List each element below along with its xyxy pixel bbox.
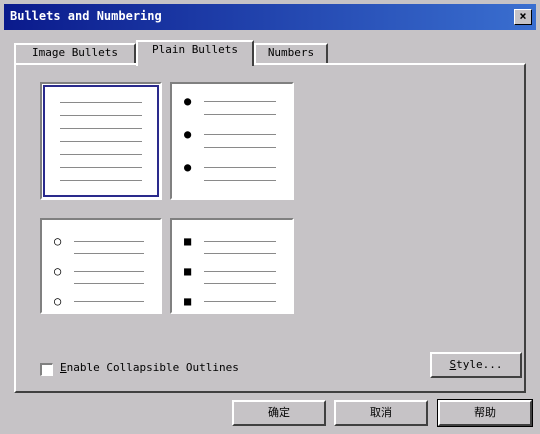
preview-line: [204, 114, 276, 115]
preview-line: [74, 271, 144, 272]
filled-square-icon: ■: [184, 264, 192, 278]
preview-line: [74, 301, 144, 302]
preview-line: [60, 115, 142, 116]
bullet-option-filled-circle[interactable]: ● ● ●: [170, 82, 294, 200]
preview-line: [60, 102, 142, 103]
preview-line: [60, 154, 142, 155]
hollow-circle-icon: ○: [54, 294, 62, 308]
preview-line: [74, 253, 144, 254]
help-button[interactable]: 帮助: [437, 399, 533, 427]
tab-image-bullets[interactable]: Image Bullets: [14, 43, 136, 64]
preview-line: [204, 134, 276, 135]
filled-square-icon: ■: [184, 294, 192, 308]
button-label: 确定: [268, 406, 290, 419]
filled-circle-icon: ●: [184, 160, 192, 174]
preview-line: [204, 241, 276, 242]
tab-plain-bullets[interactable]: Plain Bullets: [136, 40, 254, 66]
tab-label: Plain Bullets: [151, 43, 239, 56]
button-label: tyle...: [456, 358, 503, 371]
preview-line: [60, 167, 142, 168]
preview-line: [74, 283, 144, 284]
button-label: 取消: [370, 406, 392, 419]
button-label: 帮助: [474, 406, 496, 419]
mnemonic-letter: E: [60, 361, 67, 374]
close-button[interactable]: ×: [514, 9, 532, 25]
tab-numbers[interactable]: Numbers: [254, 43, 328, 64]
label-text: nable Collapsible Outlines: [66, 361, 239, 374]
hollow-circle-icon: ○: [54, 234, 62, 248]
collapsible-outlines-checkbox[interactable]: [40, 363, 53, 376]
preview-line: [60, 180, 142, 181]
style-button[interactable]: Style...: [430, 352, 522, 378]
title-bar[interactable]: Bullets and Numbering ×: [4, 4, 536, 30]
close-icon: ×: [519, 9, 527, 23]
cancel-button[interactable]: 取消: [334, 400, 428, 426]
preview-line: [204, 271, 276, 272]
bullets-numbering-dialog: Bullets and Numbering × Image Bullets Pl…: [0, 0, 540, 434]
preview-line: [204, 147, 276, 148]
preview-line: [204, 301, 276, 302]
hollow-circle-icon: ○: [54, 264, 62, 278]
ok-button[interactable]: 确定: [232, 400, 326, 426]
preview-line: [204, 167, 276, 168]
filled-circle-icon: ●: [184, 94, 192, 108]
preview-line: [204, 253, 276, 254]
preview-line: [204, 101, 276, 102]
preview-line: [60, 128, 142, 129]
tab-label: Numbers: [267, 46, 315, 59]
bullet-option-none[interactable]: [40, 82, 162, 200]
bullet-option-hollow-circle[interactable]: ○ ○ ○: [40, 218, 162, 314]
filled-circle-icon: ●: [184, 127, 192, 141]
bullet-option-filled-square[interactable]: ■ ■ ■: [170, 218, 294, 314]
preview-line: [204, 283, 276, 284]
preview-line: [60, 141, 142, 142]
tab-label: Image Bullets: [31, 46, 119, 59]
preview-line: [74, 241, 144, 242]
collapsible-outlines-label: Enable Collapsible Outlines: [60, 361, 239, 374]
filled-square-icon: ■: [184, 234, 192, 248]
dialog-title: Bullets and Numbering: [10, 9, 162, 23]
preview-line: [204, 180, 276, 181]
